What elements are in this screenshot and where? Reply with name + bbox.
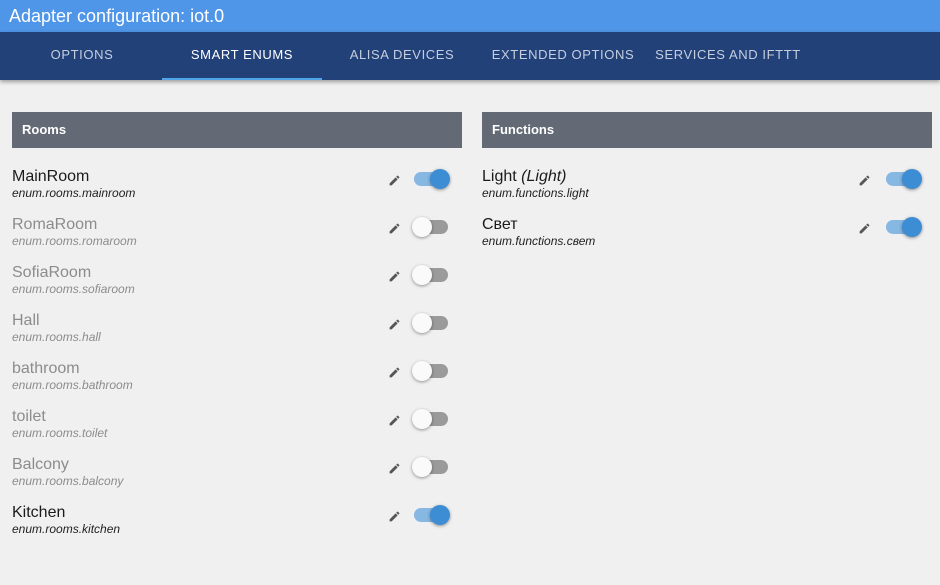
switch-thumb xyxy=(902,169,922,189)
function-enum-id: enum.functions.свет xyxy=(482,234,596,248)
room-toggle[interactable] xyxy=(412,408,452,430)
room-enum-id: enum.rooms.toilet xyxy=(12,426,108,440)
room-name: bathroom xyxy=(12,360,80,377)
tab-alisa-devices[interactable]: ALISA DEVICES xyxy=(322,32,482,80)
room-row-bathroom: bathroom enum.rooms.bathroom xyxy=(12,350,462,398)
function-name-text: Свет xyxy=(482,216,518,233)
window-title: Adapter configuration: iot.0 xyxy=(0,0,940,32)
switch-thumb xyxy=(902,217,922,237)
pencil-icon[interactable] xyxy=(386,508,402,524)
functions-panel: Functions Light (Light) enum.functions.l… xyxy=(482,112,932,254)
switch-thumb xyxy=(412,457,432,477)
pencil-icon[interactable] xyxy=(386,364,402,380)
function-name-text: Light xyxy=(482,168,517,185)
switch-thumb xyxy=(412,313,432,333)
room-toggle[interactable] xyxy=(412,264,452,286)
room-enum-id: enum.rooms.mainroom xyxy=(12,186,136,200)
room-row-hall: Hall enum.rooms.hall xyxy=(12,302,462,350)
function-toggle[interactable] xyxy=(884,168,924,190)
room-enum-id: enum.rooms.sofiaroom xyxy=(12,282,135,296)
switch-thumb xyxy=(430,505,450,525)
pencil-icon[interactable] xyxy=(856,220,872,236)
pencil-icon[interactable] xyxy=(386,460,402,476)
room-toggle[interactable] xyxy=(412,168,452,190)
pencil-icon[interactable] xyxy=(386,316,402,332)
tab-bar: OPTIONS SMART ENUMS ALISA DEVICES EXTEND… xyxy=(0,32,940,80)
room-toggle[interactable] xyxy=(412,216,452,238)
room-name: Hall xyxy=(12,312,40,329)
functions-list: Light (Light) enum.functions.light Свет … xyxy=(482,158,932,254)
switch-thumb xyxy=(412,217,432,237)
pencil-icon[interactable] xyxy=(386,220,402,236)
rooms-header: Rooms xyxy=(12,112,462,148)
room-row-kitchen: Kitchen enum.rooms.kitchen xyxy=(12,494,462,542)
function-row-light: Light (Light) enum.functions.light xyxy=(482,158,932,206)
active-tab-indicator xyxy=(162,78,322,80)
function-enum-id: enum.functions.light xyxy=(482,186,589,200)
room-name: Balcony xyxy=(12,456,69,473)
switch-thumb xyxy=(430,169,450,189)
room-name: RomaRoom xyxy=(12,216,98,233)
function-row-svet: Свет enum.functions.свет xyxy=(482,206,932,254)
room-name: SofiaRoom xyxy=(12,264,92,281)
pencil-icon[interactable] xyxy=(386,172,402,188)
tab-options[interactable]: OPTIONS xyxy=(2,32,162,80)
room-enum-id: enum.rooms.hall xyxy=(12,330,101,344)
room-row-toilet: toilet enum.rooms.toilet xyxy=(12,398,462,446)
room-toggle[interactable] xyxy=(412,504,452,526)
room-row-sofiaroom: SofiaRoom enum.rooms.sofiaroom xyxy=(12,254,462,302)
pencil-icon[interactable] xyxy=(386,412,402,428)
switch-thumb xyxy=(412,265,432,285)
room-toggle[interactable] xyxy=(412,360,452,382)
switch-thumb xyxy=(412,409,432,429)
room-row-mainroom: MainRoom enum.rooms.mainroom xyxy=(12,158,462,206)
rooms-panel: Rooms MainRoom enum.rooms.mainroom RomaR… xyxy=(12,112,462,542)
room-enum-id: enum.rooms.balcony xyxy=(12,474,124,488)
rooms-list: MainRoom enum.rooms.mainroom RomaRoom en… xyxy=(12,158,462,542)
room-name: toilet xyxy=(12,408,46,425)
function-name: Свет xyxy=(482,216,518,234)
room-toggle[interactable] xyxy=(412,312,452,334)
function-name: Light (Light) xyxy=(482,168,567,186)
room-name: MainRoom xyxy=(12,168,90,185)
room-enum-id: enum.rooms.romaroom xyxy=(12,234,137,248)
room-toggle[interactable] xyxy=(412,456,452,478)
room-row-balcony: Balcony enum.rooms.balcony xyxy=(12,446,462,494)
tab-services-and-ifttt[interactable]: SERVICES AND IFTTT xyxy=(644,32,812,80)
functions-header: Functions xyxy=(482,112,932,148)
pencil-icon[interactable] xyxy=(386,268,402,284)
function-toggle[interactable] xyxy=(884,216,924,238)
room-enum-id: enum.rooms.bathroom xyxy=(12,378,133,392)
switch-thumb xyxy=(412,361,432,381)
pencil-icon[interactable] xyxy=(856,172,872,188)
room-row-romaroom: RomaRoom enum.rooms.romaroom xyxy=(12,206,462,254)
room-enum-id: enum.rooms.kitchen xyxy=(12,522,121,536)
tab-extended-options[interactable]: EXTENDED OPTIONS xyxy=(482,32,644,80)
tab-smart-enums[interactable]: SMART ENUMS xyxy=(162,32,322,80)
room-name: Kitchen xyxy=(12,504,66,521)
function-name-hint: (Light) xyxy=(521,168,567,185)
